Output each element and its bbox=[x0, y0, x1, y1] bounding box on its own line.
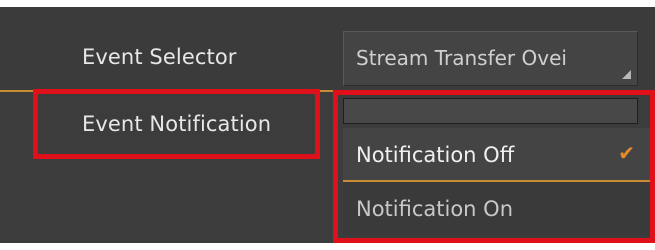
event-selector-combobox[interactable]: Stream Transfer Ovei bbox=[343, 31, 638, 86]
event-selector-value: Stream Transfer Ovei bbox=[356, 46, 567, 70]
event-selector-label: Event Selector bbox=[82, 45, 237, 69]
resize-grip-icon bbox=[622, 70, 631, 79]
label-highlight-box bbox=[33, 89, 320, 159]
properties-panel: Event Selector Stream Transfer Ovei Even… bbox=[0, 0, 655, 250]
dropdown-highlight-box bbox=[333, 90, 655, 243]
